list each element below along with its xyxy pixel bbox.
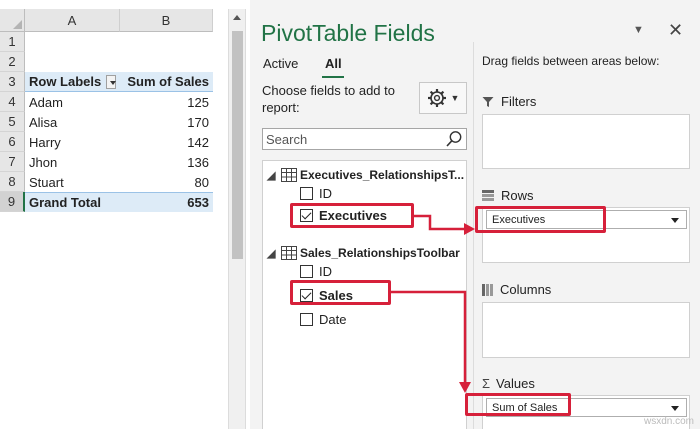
row-header-8[interactable]: 8	[0, 172, 25, 192]
field-label: ID	[319, 264, 332, 279]
field-checkbox[interactable]	[300, 265, 313, 278]
gear-icon	[427, 89, 446, 107]
worksheet: A B 1 2 3 4 5 6 7 8 9 Row Labels Sum of …	[0, 0, 213, 429]
table-name: Sales_RelationshipsToolbar	[300, 246, 460, 260]
table-icon	[281, 246, 297, 260]
executives-field-highlight	[290, 203, 414, 228]
rows-label-text: Rows	[501, 188, 534, 203]
sum-of-sales-header-cell[interactable]: Sum of Sales	[120, 72, 213, 92]
collapse-icon[interactable]: ◢	[267, 169, 279, 182]
filters-area-label: Filters	[482, 94, 536, 109]
row-header-6[interactable]: 6	[0, 132, 25, 152]
value-cell[interactable]: 170	[120, 112, 213, 132]
column-header-a[interactable]: A	[25, 9, 120, 32]
field-id[interactable]: ID	[300, 186, 332, 201]
value-cell[interactable]: 80	[120, 172, 213, 192]
sales-field-highlight	[290, 280, 391, 305]
chevron-down-icon: ▼	[450, 93, 460, 103]
row-label-cell[interactable]: Harry	[25, 132, 120, 152]
field-label: ID	[319, 186, 332, 201]
vertical-scrollbar[interactable]	[228, 9, 246, 429]
column-header-b[interactable]: B	[120, 9, 213, 32]
field-date[interactable]: Date	[300, 312, 346, 327]
sigma-icon: Σ	[482, 376, 491, 391]
field-checkbox[interactable]	[300, 313, 313, 326]
watermark: wsxdn.com	[643, 416, 694, 427]
row-labels-header-text: Row Labels	[29, 74, 102, 89]
filter-icon	[482, 96, 494, 107]
search-input[interactable]	[263, 129, 443, 149]
row-label-cell[interactable]: Adam	[25, 92, 120, 112]
row-label-cell[interactable]: Stuart	[25, 172, 120, 192]
table-sales[interactable]: ◢ Sales_RelationshipsToolbar	[267, 246, 460, 260]
select-all-corner[interactable]	[0, 9, 25, 32]
field-label: Date	[319, 312, 347, 327]
filters-label-text: Filters	[501, 94, 537, 109]
table-icon	[281, 168, 297, 182]
rows-area-label: Rows	[482, 188, 534, 203]
choose-fields-label: Choose fields to add to report:	[262, 83, 395, 115]
tab-all[interactable]: All	[325, 56, 342, 71]
close-icon[interactable]: ✕	[668, 20, 683, 41]
table-name: Executives_RelationshipsT...	[300, 168, 465, 182]
values-label-text: Values	[496, 376, 535, 391]
columns-icon	[482, 283, 493, 296]
rows-pill-highlight	[475, 206, 606, 233]
row-header-4[interactable]: 4	[0, 92, 25, 112]
table-executives[interactable]: ◢ Executives_RelationshipsT...	[267, 168, 464, 182]
value-cell[interactable]: 136	[120, 152, 213, 172]
row-labels-header-cell[interactable]: Row Labels	[25, 72, 120, 92]
chevron-down-icon[interactable]	[671, 406, 679, 411]
value-cell[interactable]: 125	[120, 92, 213, 112]
field-id[interactable]: ID	[300, 264, 332, 279]
drag-fields-hint: Drag fields between areas below:	[482, 54, 660, 68]
row-header-2[interactable]: 2	[0, 52, 25, 72]
scroll-up-icon[interactable]	[233, 15, 241, 20]
row-labels-filter-dropdown-icon[interactable]	[106, 74, 116, 89]
values-area-label: Σ Values	[482, 376, 535, 391]
search-box[interactable]	[262, 128, 467, 150]
row-header-7[interactable]: 7	[0, 152, 25, 172]
columns-drop-area[interactable]	[482, 302, 690, 358]
row-header-3[interactable]: 3	[0, 72, 25, 92]
pane-options-chevron-icon[interactable]: ▼	[633, 24, 644, 36]
row-header-5[interactable]: 5	[0, 112, 25, 132]
tab-active[interactable]: Active	[263, 56, 298, 71]
row-header-1[interactable]: 1	[0, 32, 25, 52]
chevron-down-icon[interactable]	[671, 218, 679, 223]
rows-icon	[482, 190, 494, 201]
filters-drop-area[interactable]	[482, 114, 690, 169]
values-pill-highlight	[465, 393, 571, 416]
search-icon[interactable]	[445, 130, 463, 148]
pane-title: PivotTable Fields	[261, 20, 435, 46]
row-label-cell[interactable]: Alisa	[25, 112, 120, 132]
tab-all-underline	[322, 76, 344, 78]
row-label-cell[interactable]: Jhon	[25, 152, 120, 172]
field-checkbox[interactable]	[300, 187, 313, 200]
row-header-9[interactable]: 9	[0, 192, 25, 212]
grand-total-value-cell[interactable]: 653	[120, 192, 213, 212]
scrollbar-thumb[interactable]	[232, 31, 243, 259]
value-cell[interactable]: 142	[120, 132, 213, 152]
grand-total-label-cell[interactable]: Grand Total	[25, 192, 120, 212]
pane-divider[interactable]	[473, 42, 474, 429]
columns-label-text: Columns	[500, 282, 552, 297]
field-settings-button[interactable]: ▼	[419, 82, 467, 114]
columns-area-label: Columns	[482, 282, 551, 297]
collapse-icon[interactable]: ◢	[267, 247, 279, 260]
